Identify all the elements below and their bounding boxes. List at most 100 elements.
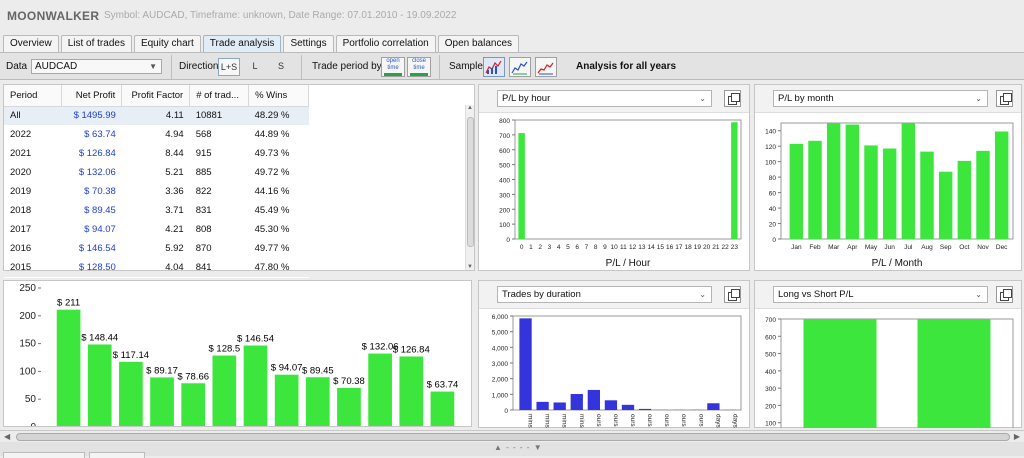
sample-all-icon[interactable] (483, 57, 505, 77)
x-tick-label: 15 (657, 244, 665, 251)
long-vs-short-chart: 0100200300400500600700 (755, 310, 1021, 428)
trades-by-duration-panel: Trades by duration⌄ 01,0002,0003,0004,00… (478, 280, 750, 428)
chart-select-month[interactable]: P/L by month⌄ (773, 90, 988, 107)
y-tick-label: 200 (765, 403, 776, 410)
bar (181, 383, 205, 426)
chevron-down-icon: ▼ (149, 60, 157, 73)
col-pct-wins[interactable]: % Wins (249, 85, 309, 106)
x-tick-label: 8 (594, 244, 598, 251)
sample-is-icon[interactable] (509, 57, 531, 77)
table-row[interactable]: 2020$ 132.065.2188549.72 % (4, 163, 309, 182)
sample-oos-icon[interactable] (535, 57, 557, 77)
close-time-icon[interactable]: close time (407, 57, 431, 77)
col-profit-factor[interactable]: Profit Factor (122, 85, 190, 106)
chevron-down-icon: ⌄ (975, 91, 982, 106)
direction-ls-button[interactable]: L+S (218, 58, 240, 76)
y-tick-label: 40 (769, 206, 777, 213)
y-tick-label: 500 (765, 352, 776, 359)
x-tick-label: days (731, 414, 738, 428)
chart-select-longshort[interactable]: Long vs Short P/L⌄ (773, 286, 988, 303)
direction-short-button[interactable]: S (270, 58, 292, 76)
horizontal-scrollbar[interactable]: ◀ ▶ (0, 430, 1024, 442)
table-row[interactable]: 2016$ 146.545.9287049.77 % (4, 239, 309, 258)
bar (639, 409, 651, 410)
x-tick-label: May (865, 244, 878, 251)
scroll-up-icon[interactable]: ▲ (467, 105, 473, 111)
x-tick-label: 2 (538, 244, 542, 251)
tab-overview[interactable]: Overview (3, 35, 59, 52)
detach-window-icon[interactable] (996, 286, 1013, 303)
table-scroll-thumb[interactable] (467, 117, 474, 247)
bottom-tab[interactable] (3, 452, 85, 458)
tab-portfolio-correlation[interactable]: Portfolio correlation (336, 35, 436, 52)
x-tick-label: ours (680, 414, 687, 427)
x-tick-label: 1 (529, 244, 533, 251)
y-tick-label: 100 (765, 421, 776, 428)
splitter-handle-icon[interactable]: ▲ - - - - ▼ (494, 443, 543, 452)
bar-data-label: $ 63.74 (427, 380, 459, 391)
cell-period: 2015 (4, 258, 62, 277)
bar-data-label: $ 78.66 (177, 371, 209, 382)
direction-long-button[interactable]: L (244, 58, 266, 76)
chart-select-duration[interactable]: Trades by duration⌄ (497, 286, 712, 303)
cell-profit-factor: 4.11 (122, 106, 190, 125)
bar (244, 346, 268, 426)
y-tick-label: 5,000 (492, 330, 509, 337)
cell-profit-factor: 3.71 (122, 201, 190, 220)
x-tick-label: mins (527, 414, 534, 428)
tab-equity-chart[interactable]: Equity chart (134, 35, 201, 52)
bar (846, 125, 859, 239)
table-row[interactable]: All$ 1495.994.111088148.29 % (4, 106, 309, 125)
col-num-trades[interactable]: # of trad... (190, 85, 249, 106)
pl-by-hour-panel: P/L by hour⌄ 010020030040050060070080001… (478, 84, 750, 271)
divider (171, 55, 172, 79)
y-tick-label: 400 (499, 178, 510, 185)
bar (588, 390, 600, 410)
bar-data-label: $ 128.5 (208, 344, 240, 355)
tab-settings[interactable]: Settings (283, 35, 333, 52)
x-tick-label: 20 (703, 244, 711, 251)
cell-pct-wins: 49.72 % (249, 163, 309, 182)
col-net-profit[interactable]: Net Profit (62, 85, 122, 106)
x-tick-label: mins (544, 414, 551, 428)
bar (536, 402, 548, 410)
table-row[interactable]: 2022$ 63.744.9456844.89 % (4, 125, 309, 144)
app-title: MOONWALKER (7, 9, 99, 23)
x-tick-label: Apr (847, 244, 858, 251)
bar (275, 375, 299, 426)
scroll-down-icon[interactable]: ▼ (467, 264, 473, 270)
detach-window-icon[interactable] (996, 90, 1013, 107)
divider (301, 55, 302, 79)
x-tick-label: 4 (557, 244, 561, 251)
col-period[interactable]: Period (4, 85, 62, 106)
title-bar: MOONWALKER Symbol: AUDCAD, Timeframe: un… (0, 0, 1024, 32)
tab-open-balances[interactable]: Open balances (438, 35, 519, 52)
table-row[interactable]: 2019$ 70.383.3682244.16 % (4, 182, 309, 201)
detach-window-icon[interactable] (724, 90, 741, 107)
table-row[interactable]: 2021$ 126.848.4491549.73 % (4, 144, 309, 163)
x-tick-label: ours (697, 414, 704, 427)
table-row[interactable]: 2015$ 128.504.0484147.80 % (4, 258, 309, 277)
open-time-icon[interactable]: open time (381, 57, 405, 77)
horizontal-scroll-thumb[interactable] (16, 433, 1010, 441)
tab-list-of-trades[interactable]: List of trades (61, 35, 132, 52)
table-row[interactable]: 2018$ 89.453.7183145.49 % (4, 201, 309, 220)
x-tick-label: 22 (722, 244, 730, 251)
cell-net-profit: $ 94.07 (62, 220, 122, 239)
detach-window-icon[interactable] (724, 286, 741, 303)
tab-trade-analysis[interactable]: Trade analysis (203, 35, 282, 52)
trade-period-label: Trade period by (312, 61, 382, 72)
analysis-scope-label: Analysis for all years (576, 61, 676, 72)
data-select[interactable]: AUDCAD ▼ (31, 59, 162, 74)
table-vertical-scrollbar[interactable]: ▲ ▼ (465, 105, 474, 270)
bar-data-label: $ 146.54 (237, 334, 274, 345)
bottom-tab[interactable] (89, 452, 145, 458)
cell-pct-wins: 44.89 % (249, 125, 309, 144)
cell-net-profit: $ 132.06 (62, 163, 122, 182)
chart-select-hour[interactable]: P/L by hour⌄ (497, 90, 712, 107)
y-tick-label: 0 (506, 237, 510, 244)
y-tick-label: 1,000 (492, 392, 509, 399)
x-tick-label: Dec (996, 244, 1008, 251)
table-row[interactable]: 2017$ 94.074.2180845.30 % (4, 220, 309, 239)
open-time-label: open time (386, 58, 399, 71)
